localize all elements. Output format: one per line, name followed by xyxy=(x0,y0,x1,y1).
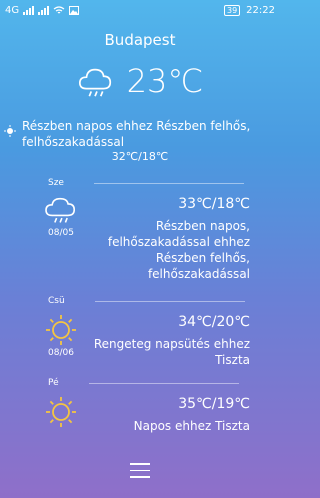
current-temperature: 23℃ xyxy=(126,62,204,100)
forecast-item[interactable]: Pé 35℃/19℃ Napos ehhez Tiszta xyxy=(0,376,280,434)
day-description: Részben napos, felhőszakadással ehhez Ré… xyxy=(107,219,250,281)
day-name: Csü xyxy=(48,296,65,306)
divider xyxy=(94,300,245,302)
wifi-icon xyxy=(53,5,65,13)
day-description: Napos ehhez Tiszta xyxy=(133,419,250,433)
condition-text: Részben napos ehhez Részben felhős, felh… xyxy=(22,119,251,149)
day-temperature: 35℃/19℃ xyxy=(178,396,250,412)
day-temperature: 33℃/18℃ xyxy=(178,196,250,212)
divider xyxy=(93,182,244,184)
day-name: Pé xyxy=(48,378,59,388)
cloud-rain-icon xyxy=(78,68,111,97)
cloud-rain-icon xyxy=(45,197,76,223)
forecast-item[interactable]: Csü 08/06 34℃/20℃ Rengeteg napsütés ehhe… xyxy=(0,294,280,368)
day-date: 08/05 xyxy=(48,228,74,238)
signal-icon-2 xyxy=(38,5,50,15)
day-date: 08/06 xyxy=(48,348,74,358)
network-type: 4G xyxy=(5,4,20,16)
today-range: 32℃/18℃ xyxy=(111,150,169,163)
divider xyxy=(88,382,239,384)
sun-icon xyxy=(46,315,76,345)
forecast-item[interactable]: Sze 08/05 33℃/18℃ Részben napos, felhősz… xyxy=(0,176,280,282)
menu-bar xyxy=(130,469,150,471)
menu-bar xyxy=(130,476,150,478)
image-notification-icon xyxy=(69,5,80,15)
day-name: Sze xyxy=(48,178,64,188)
day-description: Rengeteg napsütés ehhez Tiszta xyxy=(93,337,250,367)
day-temperature: 34℃/20℃ xyxy=(178,314,250,330)
forecast-list[interactable]: Sze 08/05 33℃/18℃ Részben napos, felhősz… xyxy=(0,176,280,438)
clock: 22:22 xyxy=(246,4,275,16)
current-weather: 23℃ xyxy=(0,62,280,100)
sun-icon xyxy=(46,397,76,427)
sun-small-icon xyxy=(4,125,16,137)
signal-icon xyxy=(23,5,35,15)
city-name[interactable]: Budapest xyxy=(0,31,280,49)
menu-bar xyxy=(130,463,150,465)
battery-icon: 39 xyxy=(223,4,241,16)
status-bar: 4G 39 22:22 xyxy=(0,0,280,20)
current-condition: Részben napos ehhez Részben felhős, felh… xyxy=(4,118,276,150)
menu-button[interactable] xyxy=(130,463,150,483)
